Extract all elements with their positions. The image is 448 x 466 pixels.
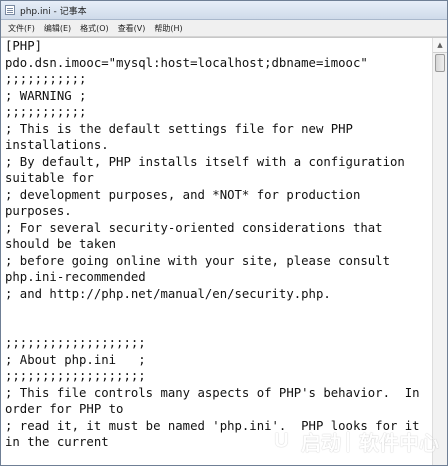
menu-file[interactable]: 文件(F) [4,23,39,34]
title-bar[interactable]: php.ini - 记事本 [1,1,447,20]
notepad-window: php.ini - 记事本 文件(F) 编辑(E) 格式(O) 查看(V) 帮助… [0,0,448,466]
scroll-thumb[interactable] [435,54,445,72]
notepad-icon [5,5,15,15]
menu-help[interactable]: 帮助(H) [150,23,186,34]
window-title: php.ini - 记事本 [20,6,87,17]
menu-format[interactable]: 格式(O) [76,23,113,34]
scroll-up-button[interactable]: ▲ [433,38,447,53]
text-editor[interactable]: [PHP] pdo.dsn.imooc="mysql:host=localhos… [1,38,432,465]
menu-bar: 文件(F) 编辑(E) 格式(O) 查看(V) 帮助(H) [1,20,447,37]
editor-area: [PHP] pdo.dsn.imooc="mysql:host=localhos… [1,37,447,465]
menu-view[interactable]: 查看(V) [114,23,150,34]
chevron-up-icon: ▲ [437,41,443,49]
vertical-scrollbar[interactable]: ▲ [432,38,447,465]
menu-edit[interactable]: 编辑(E) [40,23,75,34]
